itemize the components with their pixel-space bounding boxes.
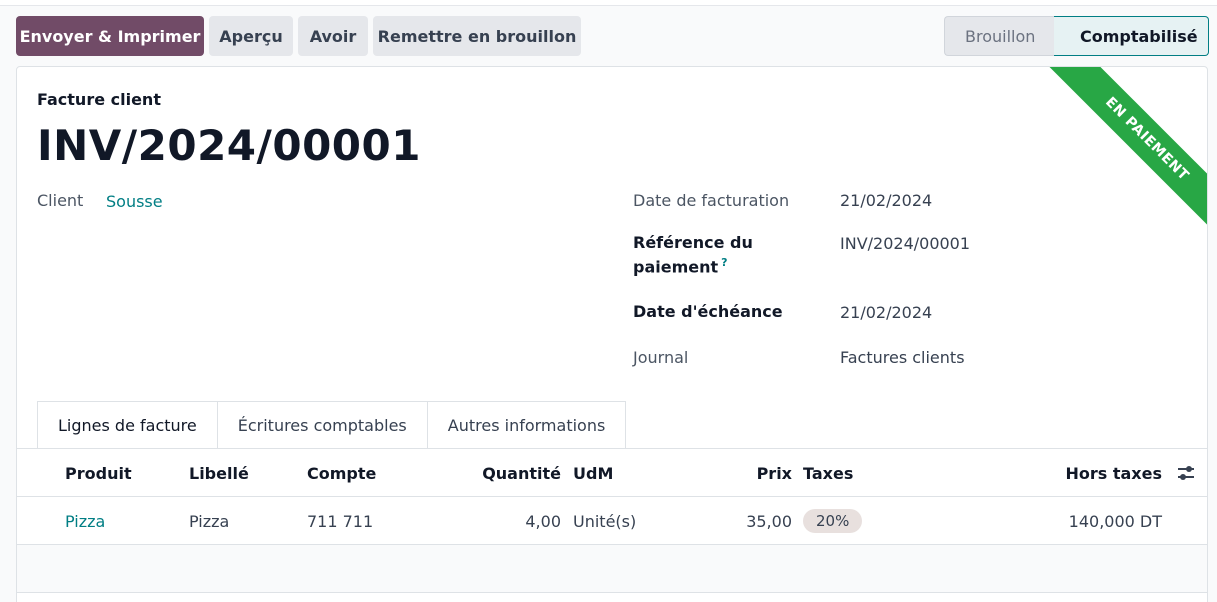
tab-journal-items[interactable]: Écritures comptables <box>216 401 428 449</box>
help-icon[interactable]: ? <box>721 256 727 269</box>
row-quantity[interactable]: 4,00 <box>457 497 561 545</box>
payment-ref-label-text: paiement <box>633 257 719 277</box>
row-uom[interactable]: Unité(s) <box>573 497 636 545</box>
payment-ref-label: Référence du paiement? <box>633 233 753 276</box>
preview-button[interactable]: Aperçu <box>209 16 293 56</box>
status-bar: Brouillon Comptabilisé <box>944 16 1209 56</box>
top-border <box>0 0 1217 6</box>
col-label[interactable]: Libellé <box>189 449 249 497</box>
notebook-tabs: Lignes de facture Écritures comptables A… <box>37 401 627 449</box>
invoice-date-label: Date de facturation <box>633 191 790 210</box>
journal-value[interactable]: Factures clients <box>840 348 965 367</box>
table-row[interactable]: Pizza Pizza 711 711 4,00 Unité(s) 35,00 … <box>17 497 1207 545</box>
tab-invoice-lines[interactable]: Lignes de facture <box>37 401 218 449</box>
invoice-lines-table: Produit Libellé Compte Quantité UdM Prix… <box>17 449 1207 593</box>
send-print-button[interactable]: Envoyer & Imprimer <box>16 16 204 56</box>
col-price[interactable]: Prix <box>717 449 792 497</box>
row-account[interactable]: 711 711 <box>307 497 373 545</box>
payment-ref-label-line1: Référence du <box>633 233 753 252</box>
credit-note-button[interactable]: Avoir <box>298 16 368 56</box>
col-account[interactable]: Compte <box>307 449 376 497</box>
ribbon-label: EN PAIEMENT <box>1035 67 1207 251</box>
col-uom[interactable]: UdM <box>573 449 613 497</box>
invoice-sheet: EN PAIEMENT Facture client INV/2024/0000… <box>16 66 1208 602</box>
row-subtotal: 140,000 DT <box>1068 511 1162 531</box>
reset-draft-button[interactable]: Remettre en brouillon <box>373 16 581 56</box>
table-empty-row <box>17 545 1207 593</box>
row-price[interactable]: 35,00 <box>717 497 792 545</box>
due-date-value[interactable]: 21/02/2024 <box>840 303 932 322</box>
due-date-label: Date d'échéance <box>633 302 783 321</box>
client-label: Client <box>37 191 84 210</box>
col-quantity[interactable]: Quantité <box>457 449 561 497</box>
journal-label: Journal <box>633 348 689 367</box>
row-taxes[interactable]: 20% <box>803 497 863 545</box>
payment-ribbon: EN PAIEMENT <box>1007 67 1207 267</box>
col-product[interactable]: Produit <box>65 449 132 497</box>
tab-other-info[interactable]: Autres informations <box>426 401 627 449</box>
invoice-date-value[interactable]: 21/02/2024 <box>840 191 932 210</box>
status-step-draft[interactable]: Brouillon <box>944 16 1054 56</box>
invoice-number-title: INV/2024/00001 <box>37 121 421 170</box>
payment-ref-label-line2: paiement? <box>633 256 753 276</box>
sliders-icon[interactable] <box>1176 463 1196 483</box>
client-link[interactable]: Sousse <box>106 192 163 211</box>
row-label[interactable]: Pizza <box>189 497 229 545</box>
payment-ref-value[interactable]: INV/2024/00001 <box>840 234 970 253</box>
tax-badge: 20% <box>803 509 863 533</box>
col-subtotal[interactable]: Hors taxes <box>1017 449 1162 497</box>
row-product[interactable]: Pizza <box>65 497 105 545</box>
table-header: Produit Libellé Compte Quantité UdM Prix… <box>17 449 1207 497</box>
status-step-posted[interactable]: Comptabilisé <box>1054 16 1209 56</box>
document-type: Facture client <box>37 90 161 109</box>
col-taxes[interactable]: Taxes <box>803 449 853 497</box>
